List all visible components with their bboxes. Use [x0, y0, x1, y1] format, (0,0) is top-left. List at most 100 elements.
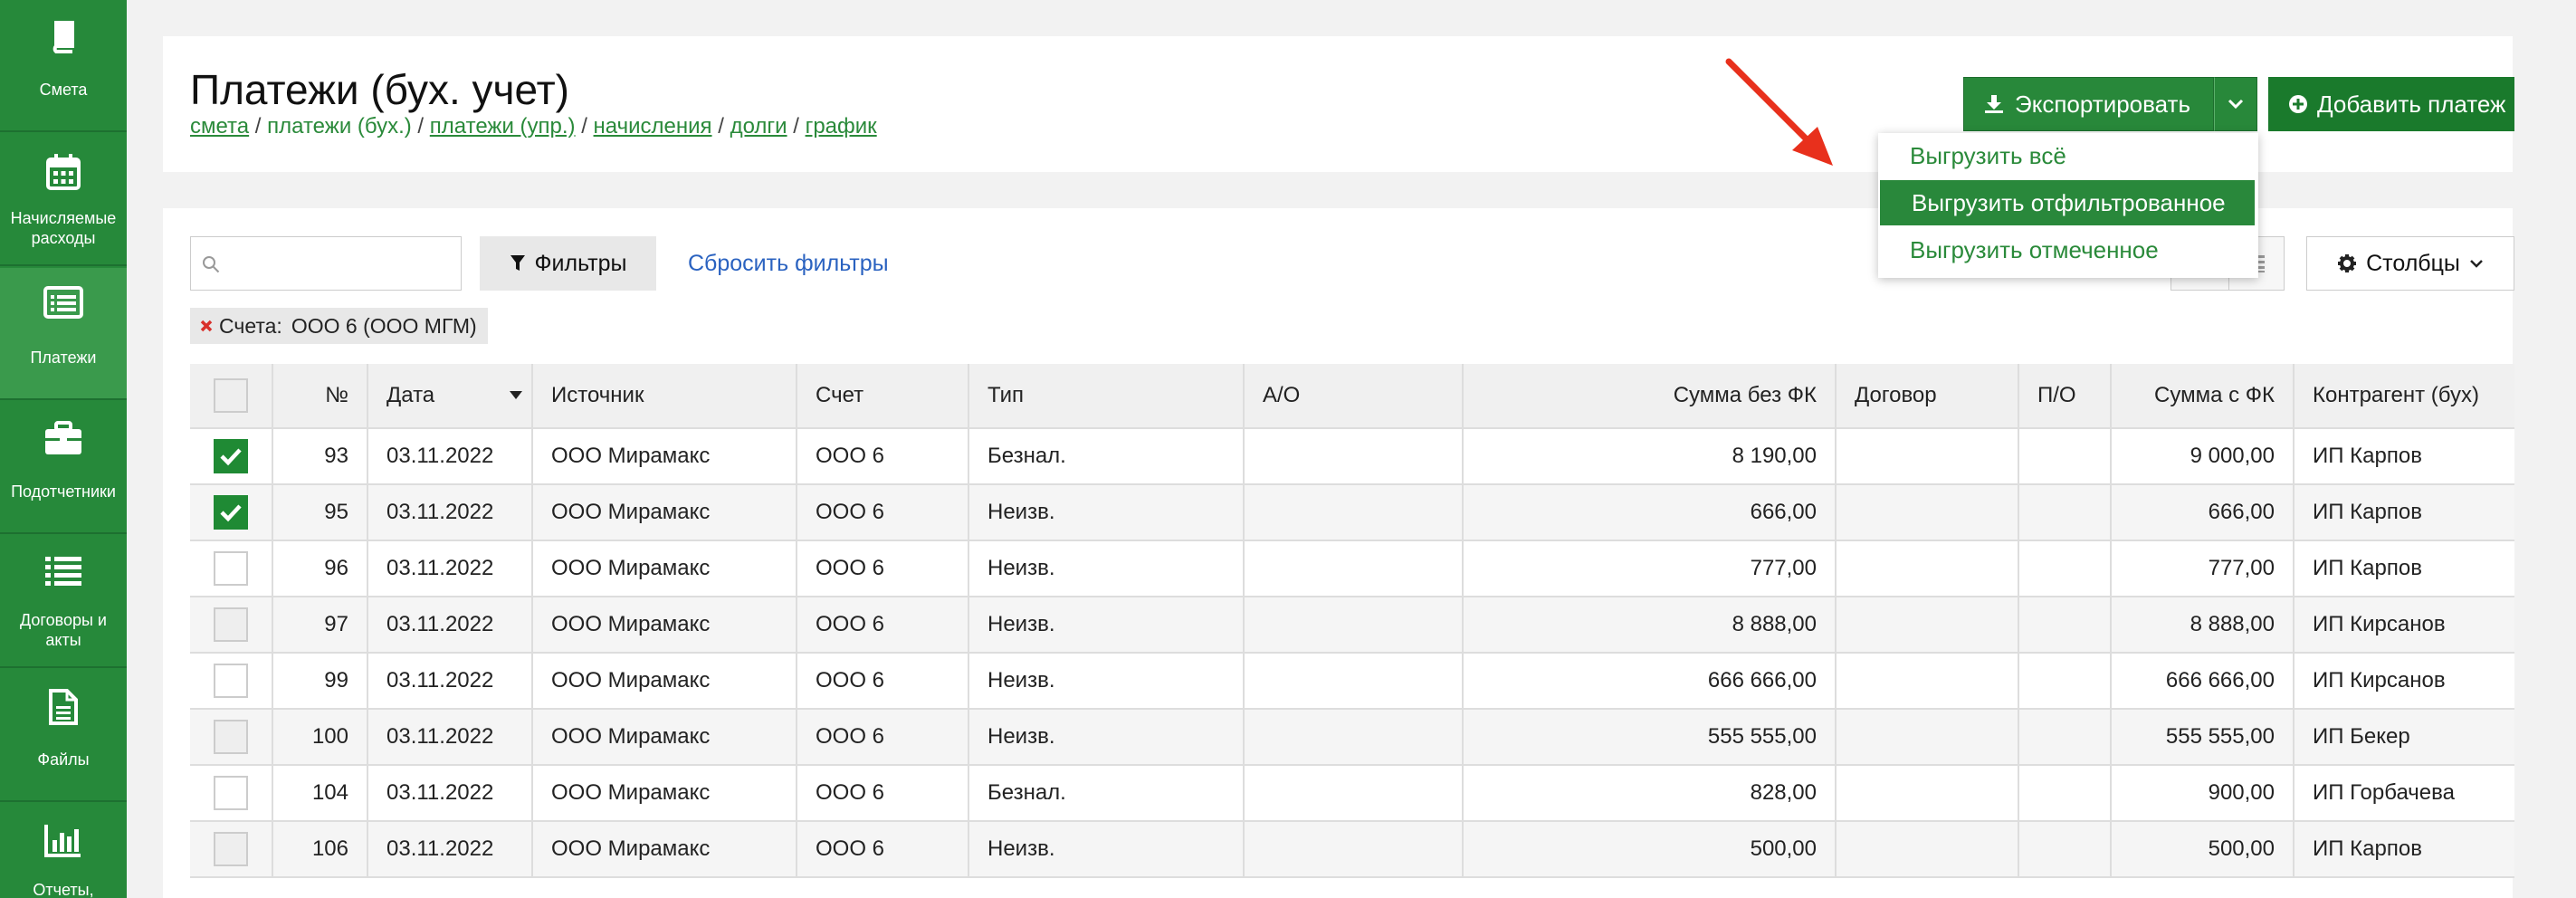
- export-button-label: Экспортировать: [2015, 90, 2190, 118]
- table-row[interactable]: 93 03.11.2022 ООО Мирамакс ООО 6 Безнал. 8 19…: [190, 429, 2514, 485]
- row-checkbox[interactable]: [214, 832, 248, 866]
- cell-po: [2018, 766, 2110, 820]
- sidebar-item-accrued-expenses[interactable]: Начисляемые расходы: [0, 134, 127, 266]
- close-icon[interactable]: [199, 319, 214, 333]
- cell-counterparty: ИП Кирсанов: [2293, 597, 2514, 652]
- breadcrumb-separator: /: [575, 114, 594, 139]
- column-header-ao[interactable]: А/О: [1243, 364, 1462, 427]
- sidebar-item-accountable-persons[interactable]: Подотчетники: [0, 402, 127, 534]
- filter-icon: [510, 255, 525, 271]
- cell-sum-fk: 9 000,00: [2110, 429, 2293, 483]
- cell-ao: [1243, 541, 1462, 596]
- checkmark-icon: [220, 504, 242, 522]
- cell-sum-fk: 666 666,00: [2110, 654, 2293, 708]
- cell-account: ООО 6: [796, 654, 968, 708]
- cell-account: ООО 6: [796, 429, 968, 483]
- cell-counterparty: ИП Карпов: [2293, 429, 2514, 483]
- table-row[interactable]: 97 03.11.2022 ООО Мирамакс ООО 6 Неизв. 8 888…: [190, 597, 2514, 654]
- column-header-sum-fk[interactable]: Сумма с ФК: [2110, 364, 2293, 427]
- export-button[interactable]: Экспортировать: [1963, 77, 2214, 131]
- cell-contract: [1835, 485, 2018, 540]
- cell-contract: [1835, 654, 2018, 708]
- sidebar-item-label: Начисляемые расходы: [10, 209, 117, 247]
- cell-source: ООО Мирамакс: [531, 485, 796, 540]
- column-header-sum-no-fk[interactable]: Сумма без ФК: [1462, 364, 1835, 427]
- row-checkbox[interactable]: [214, 776, 248, 810]
- row-checkbox[interactable]: [214, 607, 248, 642]
- cell-num: 99: [272, 654, 367, 708]
- breadcrumb-current: платежи (бух.): [267, 114, 412, 139]
- cell-sum-fk: 555 555,00: [2110, 710, 2293, 764]
- row-checkbox[interactable]: [214, 495, 248, 530]
- column-header-source[interactable]: Источник: [531, 364, 796, 427]
- cell-num: 97: [272, 597, 367, 652]
- column-header-date[interactable]: Дата: [367, 364, 531, 427]
- columns-button[interactable]: Столбцы: [2306, 236, 2514, 291]
- column-header-num[interactable]: №: [272, 364, 367, 427]
- cell-type: Неизв.: [968, 485, 1243, 540]
- sidebar-item-files[interactable]: Файлы: [0, 670, 127, 802]
- cell-sum-fk: 500,00: [2110, 822, 2293, 876]
- row-checkbox[interactable]: [214, 720, 248, 754]
- add-payment-button[interactable]: Добавить платеж: [2268, 77, 2514, 131]
- table-row[interactable]: 100 03.11.2022 ООО Мирамакс ООО 6 Неизв. 555 …: [190, 710, 2514, 766]
- breadcrumb: смета / платежи (бух.) / платежи (упр.) …: [190, 114, 877, 139]
- cell-type: Безнал.: [968, 429, 1243, 483]
- table-row[interactable]: 106 03.11.2022 ООО Мирамакс ООО 6 Неизв. 500,…: [190, 822, 2514, 878]
- export-all-item[interactable]: Выгрузить всё: [1878, 133, 2258, 178]
- table-row[interactable]: 96 03.11.2022 ООО Мирамакс ООО 6 Неизв. 777,0…: [190, 541, 2514, 597]
- sidebar-item-label: Подотчетники: [11, 482, 116, 501]
- cell-date: 03.11.2022: [367, 429, 531, 483]
- column-header-account[interactable]: Счет: [796, 364, 968, 427]
- cell-date: 03.11.2022: [367, 485, 531, 540]
- cell-ao: [1243, 710, 1462, 764]
- breadcrumb-debts-link[interactable]: долги: [730, 114, 787, 139]
- column-header-po[interactable]: П/О: [2018, 364, 2110, 427]
- add-payment-label: Добавить платеж: [2317, 90, 2506, 118]
- sort-desc-icon: [510, 391, 522, 399]
- row-select-cell: [190, 710, 272, 764]
- payments-panel: Фильтры Сбросить фильтры Столбцы Счета: …: [163, 208, 2514, 898]
- sidebar-item-smeta[interactable]: Смета: [0, 0, 127, 132]
- column-header-counterparty[interactable]: Контрагент (бух): [2293, 364, 2514, 427]
- sidebar-item-contracts[interactable]: Договоры и акты: [0, 536, 127, 668]
- cell-sum-no-fk: 500,00: [1462, 822, 1835, 876]
- cell-contract: [1835, 710, 2018, 764]
- cell-counterparty: ИП Бекер: [2293, 710, 2514, 764]
- filters-button[interactable]: Фильтры: [480, 236, 656, 291]
- column-header-type[interactable]: Тип: [968, 364, 1243, 427]
- column-header-contract[interactable]: Договор: [1835, 364, 2018, 427]
- table-row[interactable]: 95 03.11.2022 ООО Мирамакс ООО 6 Неизв. 666,0…: [190, 485, 2514, 541]
- row-checkbox[interactable]: [214, 664, 248, 698]
- select-all-checkbox[interactable]: [214, 378, 248, 413]
- cell-type: Неизв.: [968, 597, 1243, 652]
- sidebar-item-reports[interactable]: Отчеты,: [0, 804, 127, 898]
- breadcrumb-payments-upr-link[interactable]: платежи (упр.): [430, 114, 576, 139]
- cell-ao: [1243, 485, 1462, 540]
- breadcrumb-accruals-link[interactable]: начисления: [594, 114, 712, 139]
- cell-po: [2018, 541, 2110, 596]
- reset-filters-link[interactable]: Сбросить фильтры: [688, 251, 889, 277]
- cell-sum-no-fk: 8 190,00: [1462, 429, 1835, 483]
- breadcrumb-smeta-link[interactable]: смета: [190, 114, 249, 139]
- export-filtered-item[interactable]: Выгрузить отфильтрованное: [1880, 180, 2255, 225]
- export-checked-item[interactable]: Выгрузить отмеченное: [1878, 227, 2258, 272]
- cell-contract: [1835, 822, 2018, 876]
- table-header-row: № Дата Источник Счет Тип А/О Сумма без Ф…: [190, 364, 2514, 429]
- cell-account: ООО 6: [796, 822, 968, 876]
- cell-contract: [1835, 541, 2018, 596]
- sidebar-item-payments[interactable]: Платежи: [0, 268, 127, 400]
- cell-po: [2018, 485, 2110, 540]
- row-select-cell: [190, 597, 272, 652]
- row-checkbox[interactable]: [214, 551, 248, 586]
- row-checkbox[interactable]: [214, 439, 248, 473]
- cell-num: 106: [272, 822, 367, 876]
- cell-ao: [1243, 429, 1462, 483]
- table-row[interactable]: 104 03.11.2022 ООО Мирамакс ООО 6 Безнал. 828…: [190, 766, 2514, 822]
- export-dropdown-toggle[interactable]: [2214, 77, 2257, 131]
- search-input[interactable]: [190, 236, 462, 291]
- cell-sum-fk: 900,00: [2110, 766, 2293, 820]
- table-row[interactable]: 99 03.11.2022 ООО Мирамакс ООО 6 Неизв. 666 6…: [190, 654, 2514, 710]
- row-select-cell: [190, 541, 272, 596]
- breadcrumb-schedule-link[interactable]: график: [806, 114, 877, 139]
